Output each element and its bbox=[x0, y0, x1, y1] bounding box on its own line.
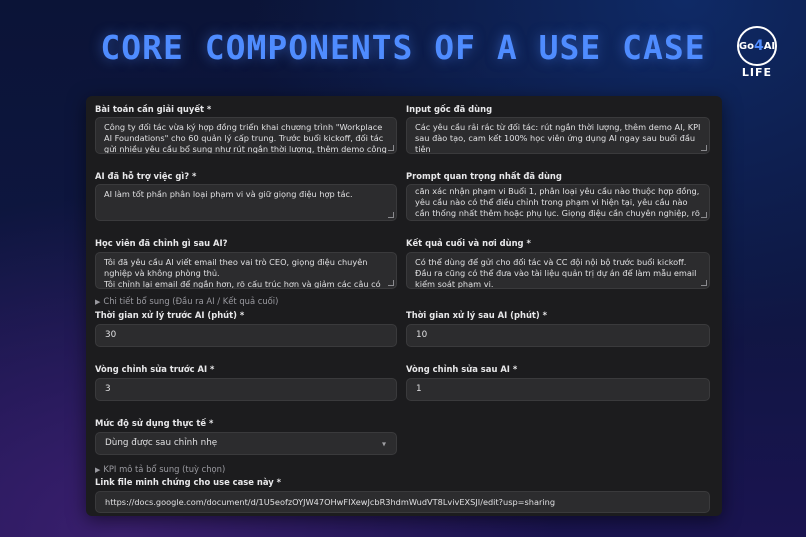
extra-details-toggle[interactable]: ▶ Chi tiết bổ sung (Đầu ra AI / Kết quả c… bbox=[95, 296, 278, 306]
resize-grip-icon[interactable] bbox=[388, 145, 394, 151]
learner-edit-textarea[interactable]: Tôi đã yêu cầu AI viết email theo vai tr… bbox=[95, 252, 397, 289]
resize-grip-icon[interactable] bbox=[701, 212, 707, 218]
usage-select[interactable]: Dùng được sau chỉnh nhẹ ▾ bbox=[95, 432, 397, 455]
result-label: Kết quả cuối và nơi dùng * bbox=[406, 238, 531, 248]
kpi-details-toggle[interactable]: ▶ KPI mô tả bổ sung (tuỳ chọn) bbox=[95, 464, 225, 474]
triangle-right-icon: ▶ bbox=[95, 298, 101, 306]
use-case-form-panel: Bài toán cần giải quyết * Công ty đối tá… bbox=[86, 96, 722, 516]
resize-grip-icon[interactable] bbox=[388, 212, 394, 218]
time-before-input[interactable]: 30 bbox=[95, 324, 397, 347]
evidence-label: Link file minh chứng cho use case này * bbox=[95, 477, 281, 487]
chevron-down-icon: ▾ bbox=[381, 439, 386, 448]
prompt-label: Prompt quan trọng nhất đã dùng bbox=[406, 171, 562, 181]
evidence-link-input[interactable]: https://docs.google.com/document/d/1U5eo… bbox=[95, 491, 710, 513]
ai-help-label: AI đã hỗ trợ việc gì? * bbox=[95, 171, 197, 181]
resize-grip-icon[interactable] bbox=[701, 280, 707, 286]
resize-grip-icon[interactable] bbox=[388, 280, 394, 286]
slide-title: CORE COMPONENTS OF A USE CASE bbox=[100, 28, 706, 67]
resize-grip-icon[interactable] bbox=[701, 145, 707, 151]
rounds-before-input[interactable]: 3 bbox=[95, 378, 397, 401]
input-label: Input gốc đã dùng bbox=[406, 104, 493, 114]
triangle-right-icon: ▶ bbox=[95, 466, 101, 474]
rounds-after-label: Vòng chỉnh sửa sau AI * bbox=[406, 364, 518, 374]
prompt-textarea[interactable]: căn xác nhận phạm vi Buổi 1, phân loại y… bbox=[406, 184, 710, 221]
time-before-label: Thời gian xử lý trước AI (phút) * bbox=[95, 310, 245, 320]
logo-life-text: LIFE bbox=[741, 66, 773, 79]
logo-badge: Go 4 AI bbox=[737, 26, 777, 66]
ai-help-textarea[interactable]: AI làm tốt phần phân loại phạm vi và giữ… bbox=[95, 184, 397, 221]
usage-label: Mức độ sử dụng thực tế * bbox=[95, 418, 214, 428]
learner-edit-label: Học viên đã chỉnh gì sau AI? bbox=[95, 238, 228, 248]
rounds-after-input[interactable]: 1 bbox=[406, 378, 710, 401]
problem-label: Bài toán cần giải quyết * bbox=[95, 104, 212, 114]
time-after-label: Thời gian xử lý sau AI (phút) * bbox=[406, 310, 548, 320]
go4ai-logo: Go 4 AI LIFE bbox=[733, 26, 781, 82]
result-textarea[interactable]: Có thể dùng để gửi cho đối tác và CC đội… bbox=[406, 252, 710, 289]
rounds-before-label: Vòng chỉnh sửa trước AI * bbox=[95, 364, 215, 374]
input-textarea[interactable]: Các yêu cầu rải rác từ đối tác: rút ngắn… bbox=[406, 117, 710, 154]
problem-textarea[interactable]: Công ty đối tác vừa ký hợp đồng triển kh… bbox=[95, 117, 397, 154]
time-after-input[interactable]: 10 bbox=[406, 324, 710, 347]
